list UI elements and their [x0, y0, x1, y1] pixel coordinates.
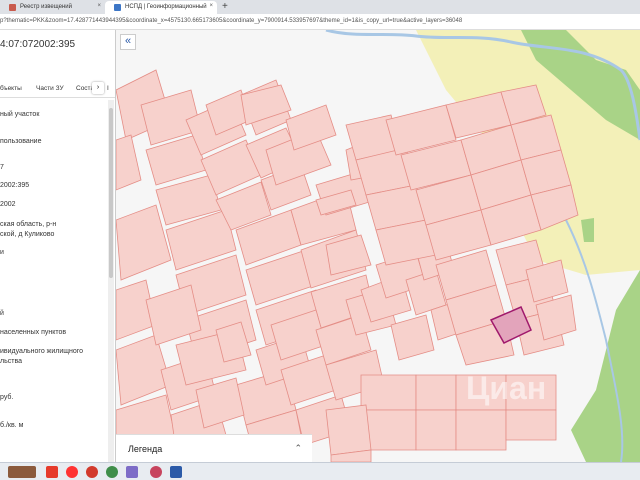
start-icon[interactable]: [8, 466, 36, 478]
property-value: й: [0, 310, 4, 317]
property-value: ской, д Куликово: [0, 231, 55, 238]
property-value: 2002:395: [0, 182, 30, 189]
green-area: [571, 270, 640, 462]
new-tab-button[interactable]: +: [222, 1, 228, 12]
panel-scrollbar-thumb[interactable]: [109, 108, 113, 278]
land-parcel[interactable]: [360, 374, 417, 411]
address-bar[interactable]: p?thematic=PKK&zoom=17.428771443944395&c…: [0, 14, 640, 30]
yandex-browser-icon[interactable]: [86, 466, 98, 478]
object-info-panel: 4:07:072002:395 бъекты Части ЗУ Состав ›…: [0, 30, 116, 462]
watermark-text: Циан: [466, 370, 547, 406]
opera-icon[interactable]: [66, 466, 78, 478]
tab-notices-registry[interactable]: Реестр извещений ×: [0, 1, 105, 14]
land-parcel[interactable]: [116, 134, 142, 191]
land-parcel[interactable]: [505, 409, 557, 441]
tabs-scroll-right-icon[interactable]: ›: [92, 82, 104, 94]
land-parcel[interactable]: [285, 104, 337, 151]
property-value: льства: [0, 358, 22, 365]
legend-label: Легенда: [128, 444, 163, 454]
yandex-icon[interactable]: [46, 466, 58, 478]
tab-land-parts[interactable]: Части ЗУ: [36, 85, 64, 92]
os-taskbar: [0, 462, 640, 480]
property-value: ская область, р-н: [0, 221, 57, 228]
nspd-favicon-icon: [114, 4, 121, 11]
map-canvas[interactable]: [116, 30, 640, 462]
land-parcel[interactable]: [116, 204, 172, 281]
cadastral-map[interactable]: Циан « Легенда ⌃: [116, 30, 640, 462]
collapse-panel-button[interactable]: «: [120, 34, 136, 50]
tab-label: НСПД | Геоинформационный: [125, 4, 207, 10]
ccleaner-icon[interactable]: [150, 466, 162, 478]
property-value: б./кв. м: [0, 422, 24, 429]
tab-cut-label[interactable]: I: [107, 85, 109, 92]
property-value: пользование: [0, 138, 42, 145]
cadastral-number-title: 4:07:072002:395: [0, 39, 76, 50]
property-value: населенных пунктов: [0, 329, 67, 336]
property-value: и: [0, 249, 4, 256]
close-tab-icon[interactable]: ×: [97, 3, 101, 9]
property-value: руб.: [0, 394, 14, 401]
tab-label: Реестр извещений: [20, 4, 72, 10]
registry-favicon-icon: [9, 4, 16, 11]
close-tab-icon[interactable]: ×: [209, 3, 213, 9]
property-value: 2002: [0, 201, 16, 208]
panel-tabs: бъекты Части ЗУ Состав › I: [0, 80, 115, 98]
photos-icon[interactable]: [126, 466, 138, 478]
land-parcel[interactable]: [455, 409, 507, 451]
land-parcel[interactable]: [415, 409, 457, 451]
legend-bar[interactable]: Легенда ⌃: [116, 434, 312, 462]
land-parcel[interactable]: [415, 374, 457, 411]
land-parcel[interactable]: [325, 404, 372, 456]
land-parcel[interactable]: [365, 409, 417, 451]
tab-nspd[interactable]: НСПД | Геоинформационный ×: [105, 1, 217, 14]
browser-tab-bar: Реестр извещений × НСПД | Геоинформацион…: [0, 0, 640, 14]
land-parcel[interactable]: [390, 314, 435, 361]
word-icon[interactable]: [170, 466, 182, 478]
chevron-up-icon[interactable]: ⌃: [294, 443, 302, 454]
property-value: ивидуального жилищного: [0, 348, 84, 355]
chrome-icon[interactable]: [106, 466, 118, 478]
property-value: ный участок: [0, 111, 40, 118]
url-text[interactable]: p?thematic=PKK&zoom=17.428771443944395&c…: [0, 18, 462, 24]
tab-objects[interactable]: бъекты: [0, 85, 22, 92]
property-value: 7: [0, 164, 4, 171]
